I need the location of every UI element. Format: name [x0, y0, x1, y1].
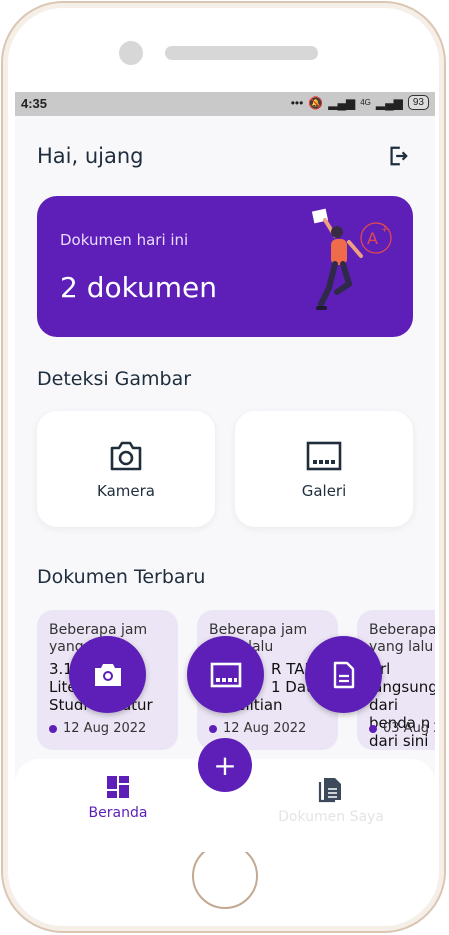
document-fab[interactable]: [305, 636, 382, 713]
nav-my-documents[interactable]: Dokumen Saya: [261, 775, 401, 825]
front-camera: [119, 41, 143, 65]
camera-card-label: Kamera: [97, 482, 155, 500]
gallery-fab[interactable]: [187, 636, 264, 713]
document-date: 12 Aug 2022: [49, 721, 146, 736]
more-icon: •••: [290, 95, 304, 110]
speaker-grille: [165, 46, 318, 60]
plus-icon: +: [213, 748, 237, 782]
status-icons: ••• 🔕 ▂▄▆ 4G ▂▄▆ 93: [291, 95, 429, 110]
banner-subtitle: Dokumen hari ini: [60, 231, 189, 249]
detect-section-title: Deteksi Gambar: [37, 368, 192, 390]
mute-icon: 🔕: [308, 95, 324, 110]
recent-section-title: Dokumen Terbaru: [37, 566, 206, 588]
nav-home[interactable]: Beranda: [48, 775, 188, 821]
student-illustration: A +: [311, 208, 392, 310]
logout-icon[interactable]: [387, 145, 409, 167]
banner-document-count: 2 dokumen: [60, 271, 217, 304]
signal-icon: ▂▄▆: [328, 95, 356, 110]
gallery-icon: [210, 662, 241, 687]
nav-home-label: Beranda: [88, 805, 148, 821]
status-time: 4:35: [21, 96, 48, 111]
documents-icon: [318, 778, 341, 803]
gallery-icon: [306, 441, 342, 471]
signal-icon-2: ▂▄▆: [375, 95, 403, 110]
gallery-card-label: Galeri: [301, 482, 347, 500]
document-date: 03 Aug 2022: [369, 721, 435, 736]
battery-icon: 93: [407, 95, 429, 110]
svg-text:+: +: [381, 225, 389, 235]
svg-text:A: A: [367, 229, 378, 248]
document-date: 12 Aug 2022: [209, 721, 306, 736]
camera-card[interactable]: Kamera: [37, 411, 215, 527]
nav-docs-label: Dokumen Saya: [278, 809, 384, 825]
add-fab[interactable]: +: [198, 738, 252, 792]
network-label: 4G: [360, 98, 371, 107]
document-time: Beberapa jam yang lalu: [369, 622, 435, 655]
camera-icon: [94, 663, 121, 686]
app-screen: 4:35 ••• 🔕 ▂▄▆ 4G ▂▄▆ 93 Hai, ujang Doku…: [15, 92, 435, 852]
gallery-card[interactable]: Galeri: [235, 411, 413, 527]
camera-fab[interactable]: [69, 636, 146, 713]
dashboard-icon: [107, 776, 129, 798]
home-button[interactable]: [192, 843, 258, 909]
greeting-text: Hai, ujang: [37, 144, 144, 168]
today-documents-banner: Dokumen hari ini 2 dokumen A +: [37, 196, 413, 337]
document-icon: [333, 661, 354, 688]
status-bar: 4:35 ••• 🔕 ▂▄▆ 4G ▂▄▆ 93: [15, 92, 435, 116]
camera-icon: [110, 441, 142, 471]
